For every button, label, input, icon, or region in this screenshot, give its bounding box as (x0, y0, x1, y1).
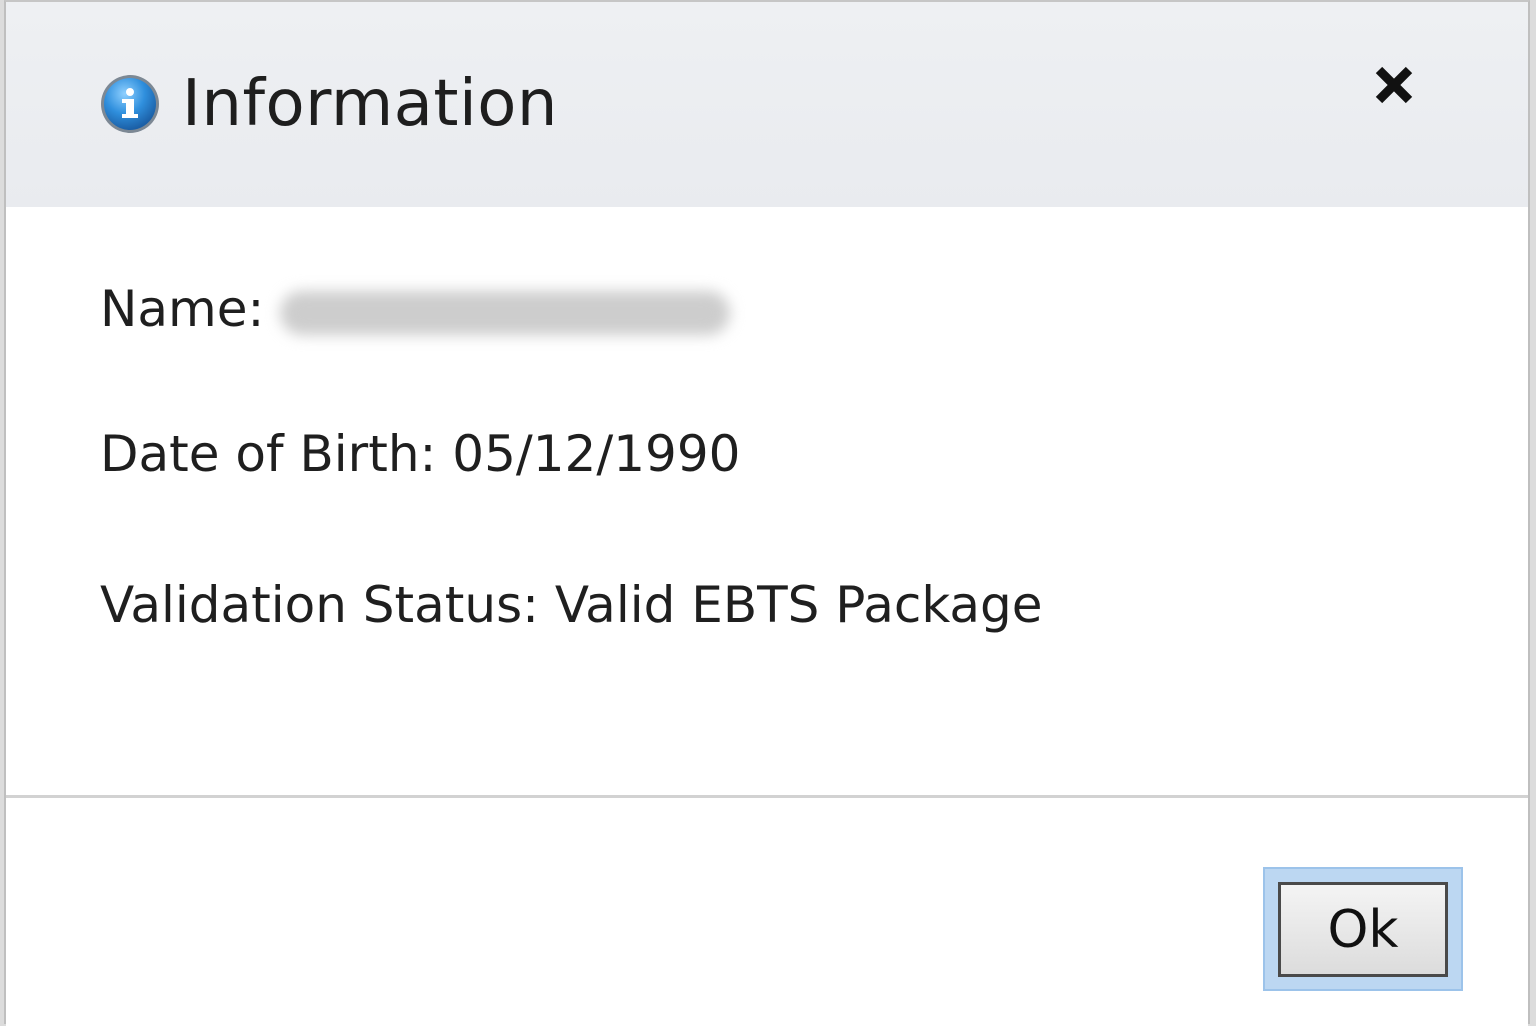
date-of-birth-text: Date of Birth: 05/12/1990 (100, 425, 741, 483)
dialog-body: Name: Date of Birth: 05/12/1990 Validati… (6, 207, 1528, 795)
info-icon (100, 74, 160, 134)
ok-button[interactable]: Ok (1278, 882, 1448, 977)
ok-button-focus-ring: Ok (1263, 867, 1463, 991)
validation-status-text: Validation Status: Valid EBTS Package (100, 576, 1043, 634)
name-row: Name: (100, 277, 731, 341)
information-dialog: Information Name: Date of Birth: 05/12/1… (4, 0, 1530, 1026)
dialog-title-bar: Information (6, 2, 1528, 207)
redacted-name-value (280, 290, 731, 335)
dialog-footer: Ok (6, 798, 1528, 1026)
name-label: Name: (100, 280, 265, 338)
dialog-title: Information (182, 67, 558, 141)
close-icon[interactable] (1371, 62, 1417, 108)
